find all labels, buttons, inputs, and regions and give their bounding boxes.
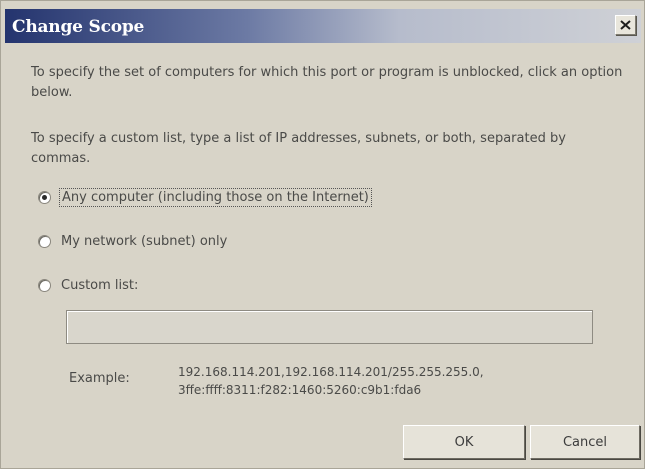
radio-custom-list[interactable]: Custom list: (38, 275, 138, 295)
radio-my-network[interactable]: My network (subnet) only (38, 231, 227, 251)
custom-list-instruction-text: To specify a custom list, type a list of… (31, 131, 566, 166)
radio-any-computer[interactable]: Any computer (including those on the Int… (38, 187, 372, 207)
close-icon (620, 20, 631, 30)
radio-button[interactable] (38, 234, 51, 248)
custom-list-input[interactable] (66, 310, 593, 344)
example-label: Example: (69, 371, 130, 386)
dialog-title: Change Scope (12, 17, 145, 37)
instruction-text: To specify the set of computers for whic… (31, 65, 623, 100)
change-scope-dialog: Change Scope To specify the set of compu… (0, 0, 645, 469)
cancel-button[interactable]: Cancel (530, 425, 640, 459)
radio-label-custom-list: Custom list: (61, 277, 139, 293)
title-bar[interactable]: Change Scope (5, 9, 641, 43)
radio-label-my-network: My network (subnet) only (61, 233, 228, 249)
ok-button[interactable]: OK (403, 425, 525, 459)
example-text: 192.168.114.201,192.168.114.201/255.255.… (178, 365, 484, 397)
close-button[interactable] (615, 15, 636, 35)
radio-button-selected[interactable] (38, 190, 51, 204)
radio-button[interactable] (38, 278, 51, 292)
radio-label-any-computer: Any computer (including those on the Int… (59, 187, 372, 207)
